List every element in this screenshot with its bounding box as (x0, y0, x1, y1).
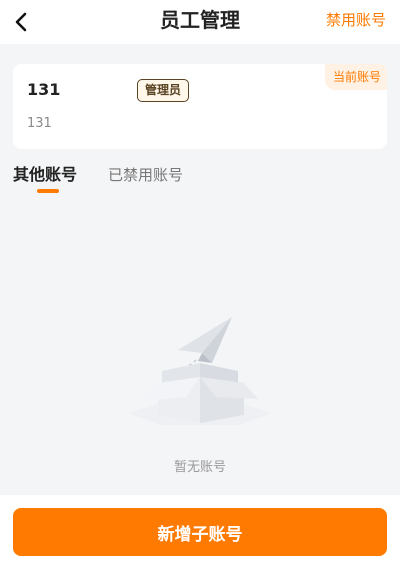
empty-state: 暂无账号 (0, 200, 400, 490)
bottom-bar: 新增子账号 (0, 495, 400, 567)
account-tabs: 其他账号 已禁用账号 (0, 160, 400, 196)
account-name: 131 (27, 80, 61, 99)
header: 员工管理 禁用账号 (0, 0, 400, 44)
current-account-tag: 当前账号 (324, 64, 387, 90)
tab-other-accounts[interactable]: 其他账号 (13, 164, 77, 186)
account-subtitle: 131 (27, 116, 52, 131)
current-account-card[interactable]: 131 管理员 131 当前账号 (13, 64, 387, 149)
tab-active-indicator (37, 189, 59, 193)
disabled-accounts-link[interactable]: 禁用账号 (326, 9, 386, 31)
empty-box-icon (128, 317, 272, 425)
role-badge: 管理员 (137, 79, 190, 102)
tab-disabled-accounts[interactable]: 已禁用账号 (108, 164, 183, 186)
add-sub-account-button[interactable]: 新增子账号 (13, 508, 387, 556)
app-root: 员工管理 禁用账号 131 管理员 131 当前账号 其他账号 已禁用账号 暂无… (0, 0, 400, 567)
empty-state-text: 暂无账号 (173, 460, 226, 475)
